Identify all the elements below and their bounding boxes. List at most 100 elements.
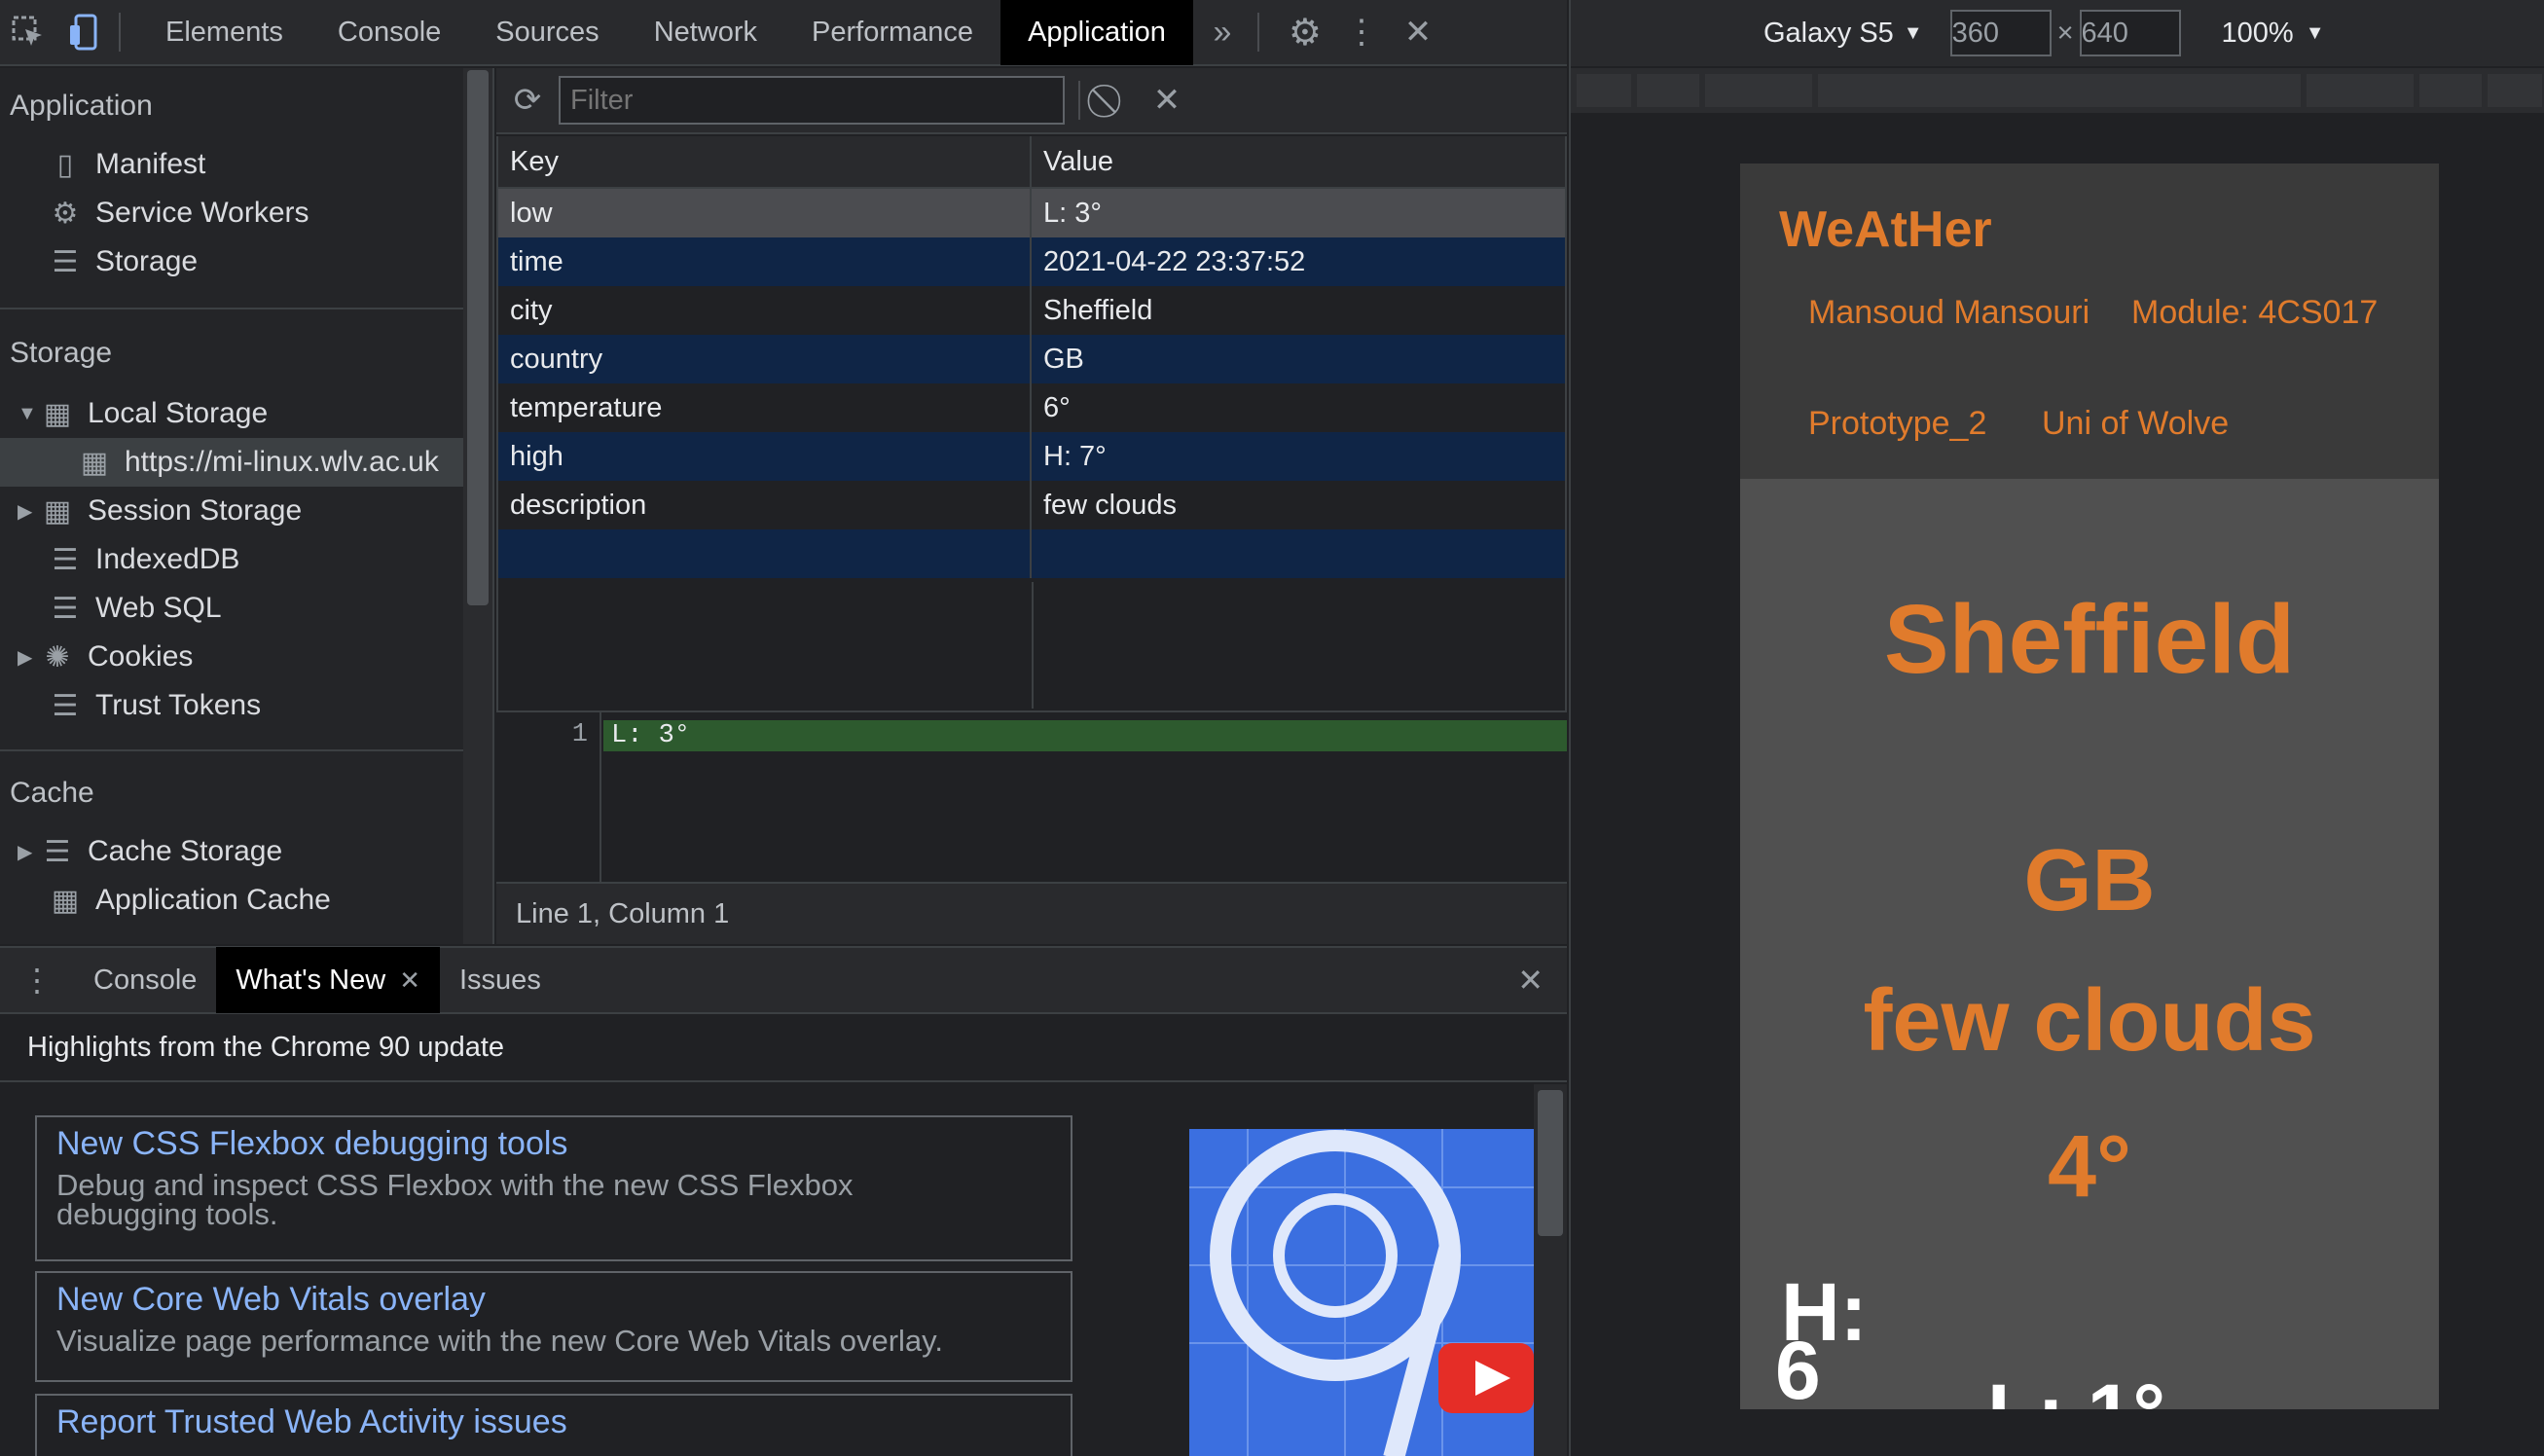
sidebar-item-storage-overview[interactable]: ☰ Storage xyxy=(47,237,199,286)
tab-performance[interactable]: Performance xyxy=(784,0,1000,65)
card-title-link[interactable]: New Core Web Vitals overlay xyxy=(56,1281,1051,1319)
column-header-key[interactable]: Key xyxy=(498,136,1032,187)
sidebar-item-manifest[interactable]: ▯ Manifest xyxy=(47,140,206,189)
kebab-menu-icon[interactable]: ⋮ xyxy=(1333,0,1390,65)
screen: Elements Console Sources Network Perform… xyxy=(0,0,2544,1456)
sidebar-item-service-workers[interactable]: ⚙ Service Workers xyxy=(47,189,309,237)
tab-network[interactable]: Network xyxy=(627,0,784,65)
preview-status: Line 1, Column 1 xyxy=(496,882,1567,944)
table-row[interactable]: city Sheffield xyxy=(498,286,1565,335)
scrollbar-thumb[interactable] xyxy=(467,70,489,605)
tab-elements[interactable]: Elements xyxy=(138,0,310,65)
card-description: Visualize page performance with the new … xyxy=(56,1324,943,1358)
table-row[interactable]: country GB xyxy=(498,335,1565,383)
chrome-90-promo-image[interactable] xyxy=(1189,1129,1534,1456)
drawer-scrollbar[interactable] xyxy=(1534,1084,1567,1456)
database-icon: ☰ xyxy=(52,543,79,576)
whats-new-card[interactable]: New Core Web Vitals overlay Visualize pa… xyxy=(35,1271,1072,1382)
settings-gear-icon[interactable]: ⚙ xyxy=(1277,0,1333,65)
high-temp-value: 6 xyxy=(1775,1325,1821,1409)
module-link[interactable]: Module: 4CS017 xyxy=(2131,294,2378,332)
sidebar-divider xyxy=(0,308,465,309)
table-row-empty[interactable] xyxy=(498,529,1565,578)
cell-key: description xyxy=(498,481,1032,529)
sidebar-item-label: Manifest xyxy=(95,148,206,180)
sidebar-item-local-storage-origin[interactable]: ▦ https://mi-linux.wlv.ac.uk xyxy=(0,438,463,487)
drawer-menu-icon[interactable]: ⋮ xyxy=(0,947,74,1013)
sidebar-item-indexeddb[interactable]: ☰ IndexedDB xyxy=(47,535,240,584)
sidebar-item-cache-storage[interactable]: ▶ ☰ Cache Storage xyxy=(18,827,282,876)
tab-sources[interactable]: Sources xyxy=(468,0,626,65)
sidebar-scrollbar[interactable] xyxy=(463,68,494,944)
sidebar-item-application-cache[interactable]: ▦ Application Cache xyxy=(47,876,331,925)
close-devtools-icon[interactable]: ✕ xyxy=(1390,0,1446,65)
prototype-link[interactable]: Prototype_2 xyxy=(1808,405,1986,443)
device-name: Galaxy S5 xyxy=(1763,17,1894,49)
cell-value: few clouds xyxy=(1043,489,1178,521)
expanded-triangle-icon[interactable]: ▼ xyxy=(18,403,39,425)
preview-code-line[interactable]: L: 3° xyxy=(603,720,1567,751)
collapsed-triangle-icon[interactable]: ▶ xyxy=(18,840,39,864)
drawer-tab-console[interactable]: Console xyxy=(74,947,216,1013)
gear-icon: ⚙ xyxy=(52,197,79,230)
tab-console[interactable]: Console xyxy=(310,0,468,65)
devtools-toolbar: Elements Console Sources Network Perform… xyxy=(0,0,1567,66)
table-row[interactable]: time 2021-04-22 23:37:52 xyxy=(498,237,1565,286)
clear-all-icon[interactable]: ⃠ xyxy=(1080,67,1143,133)
close-tab-icon[interactable]: ✕ xyxy=(399,965,420,996)
table-row[interactable]: description few clouds xyxy=(498,481,1565,529)
table-header: Key Value xyxy=(498,136,1565,189)
collapsed-triangle-icon[interactable]: ▶ xyxy=(18,645,39,670)
author-link[interactable]: Mansoud Mansouri xyxy=(1808,294,2090,332)
database-icon: ☰ xyxy=(52,245,79,278)
zoom-select[interactable]: 100% ▼ xyxy=(2222,18,2325,50)
card-title-link[interactable]: New CSS Flexbox debugging tools xyxy=(56,1125,1051,1163)
sidebar-item-label: Local Storage xyxy=(88,397,269,429)
device-width-input[interactable] xyxy=(1949,10,2052,56)
whats-new-card[interactable]: New CSS Flexbox debugging tools Debug an… xyxy=(35,1115,1072,1261)
whats-new-card[interactable]: Report Trusted Web Activity issues xyxy=(35,1394,1072,1456)
close-drawer-icon[interactable]: ✕ xyxy=(1498,947,1567,1013)
collapsed-triangle-icon[interactable]: ▶ xyxy=(18,499,39,524)
inspect-element-icon[interactable] xyxy=(0,0,56,65)
dropdown-arrow-icon: ▼ xyxy=(1903,21,1923,44)
device-height-input[interactable] xyxy=(2079,10,2181,56)
sidebar-item-trust-tokens[interactable]: ☰ Trust Tokens xyxy=(47,681,262,730)
drawer-tab-issues[interactable]: Issues xyxy=(440,947,561,1013)
toolbar-separator xyxy=(1256,13,1259,52)
sidebar-item-cookies[interactable]: ▶ ✺ Cookies xyxy=(18,633,193,681)
line-number: 1 xyxy=(571,720,588,749)
dimension-separator: × xyxy=(2056,17,2074,49)
table-row[interactable]: temperature 6° xyxy=(498,383,1565,432)
device-toolbar-icon[interactable] xyxy=(56,0,113,65)
sidebar-item-local-storage[interactable]: ▼ ▦ Local Storage xyxy=(18,389,268,438)
more-tabs-icon[interactable]: » xyxy=(1193,0,1252,65)
storage-table: Key Value low L: 3° time 2021-04-22 23:3… xyxy=(496,136,1567,710)
cell-key xyxy=(498,529,1032,578)
sidebar-item-label: Trust Tokens xyxy=(95,689,262,721)
scrollbar-thumb[interactable] xyxy=(1538,1090,1563,1236)
filter-input[interactable] xyxy=(559,76,1065,125)
sidebar-divider xyxy=(0,749,465,751)
sidebar-item-label: Service Workers xyxy=(95,197,309,229)
column-header-value[interactable]: Value xyxy=(1032,136,1565,187)
table-row[interactable]: high H: 7° xyxy=(498,432,1565,481)
drawer-tab-whats-new[interactable]: What's New ✕ xyxy=(216,947,440,1013)
media-query-ruler[interactable] xyxy=(1571,68,2544,113)
delete-selected-icon[interactable]: ✕ xyxy=(1143,67,1191,133)
refresh-icon[interactable]: ⟳ xyxy=(496,67,559,133)
cell-value xyxy=(1032,529,1565,578)
card-title-link[interactable]: Report Trusted Web Activity issues xyxy=(56,1403,1051,1441)
sidebar-item-web-sql[interactable]: ☰ Web SQL xyxy=(47,584,222,633)
uni-link[interactable]: Uni of Wolve xyxy=(2042,405,2229,443)
section-title-application: Application xyxy=(10,90,153,122)
sidebar-item-session-storage[interactable]: ▶ ▦ Session Storage xyxy=(18,487,302,535)
cell-value: 2021-04-22 23:37:52 xyxy=(1043,245,1306,277)
line-gutter: 1 xyxy=(496,712,601,884)
table-row[interactable]: low L: 3° xyxy=(498,189,1565,237)
sidebar-item-label: Application Cache xyxy=(95,884,331,916)
tab-application[interactable]: Application xyxy=(1000,0,1193,65)
devtools-panel: Elements Console Sources Network Perform… xyxy=(0,0,1567,1456)
section-title-cache: Cache xyxy=(10,777,94,809)
device-select[interactable]: Galaxy S5 ▼ xyxy=(1763,18,1923,50)
